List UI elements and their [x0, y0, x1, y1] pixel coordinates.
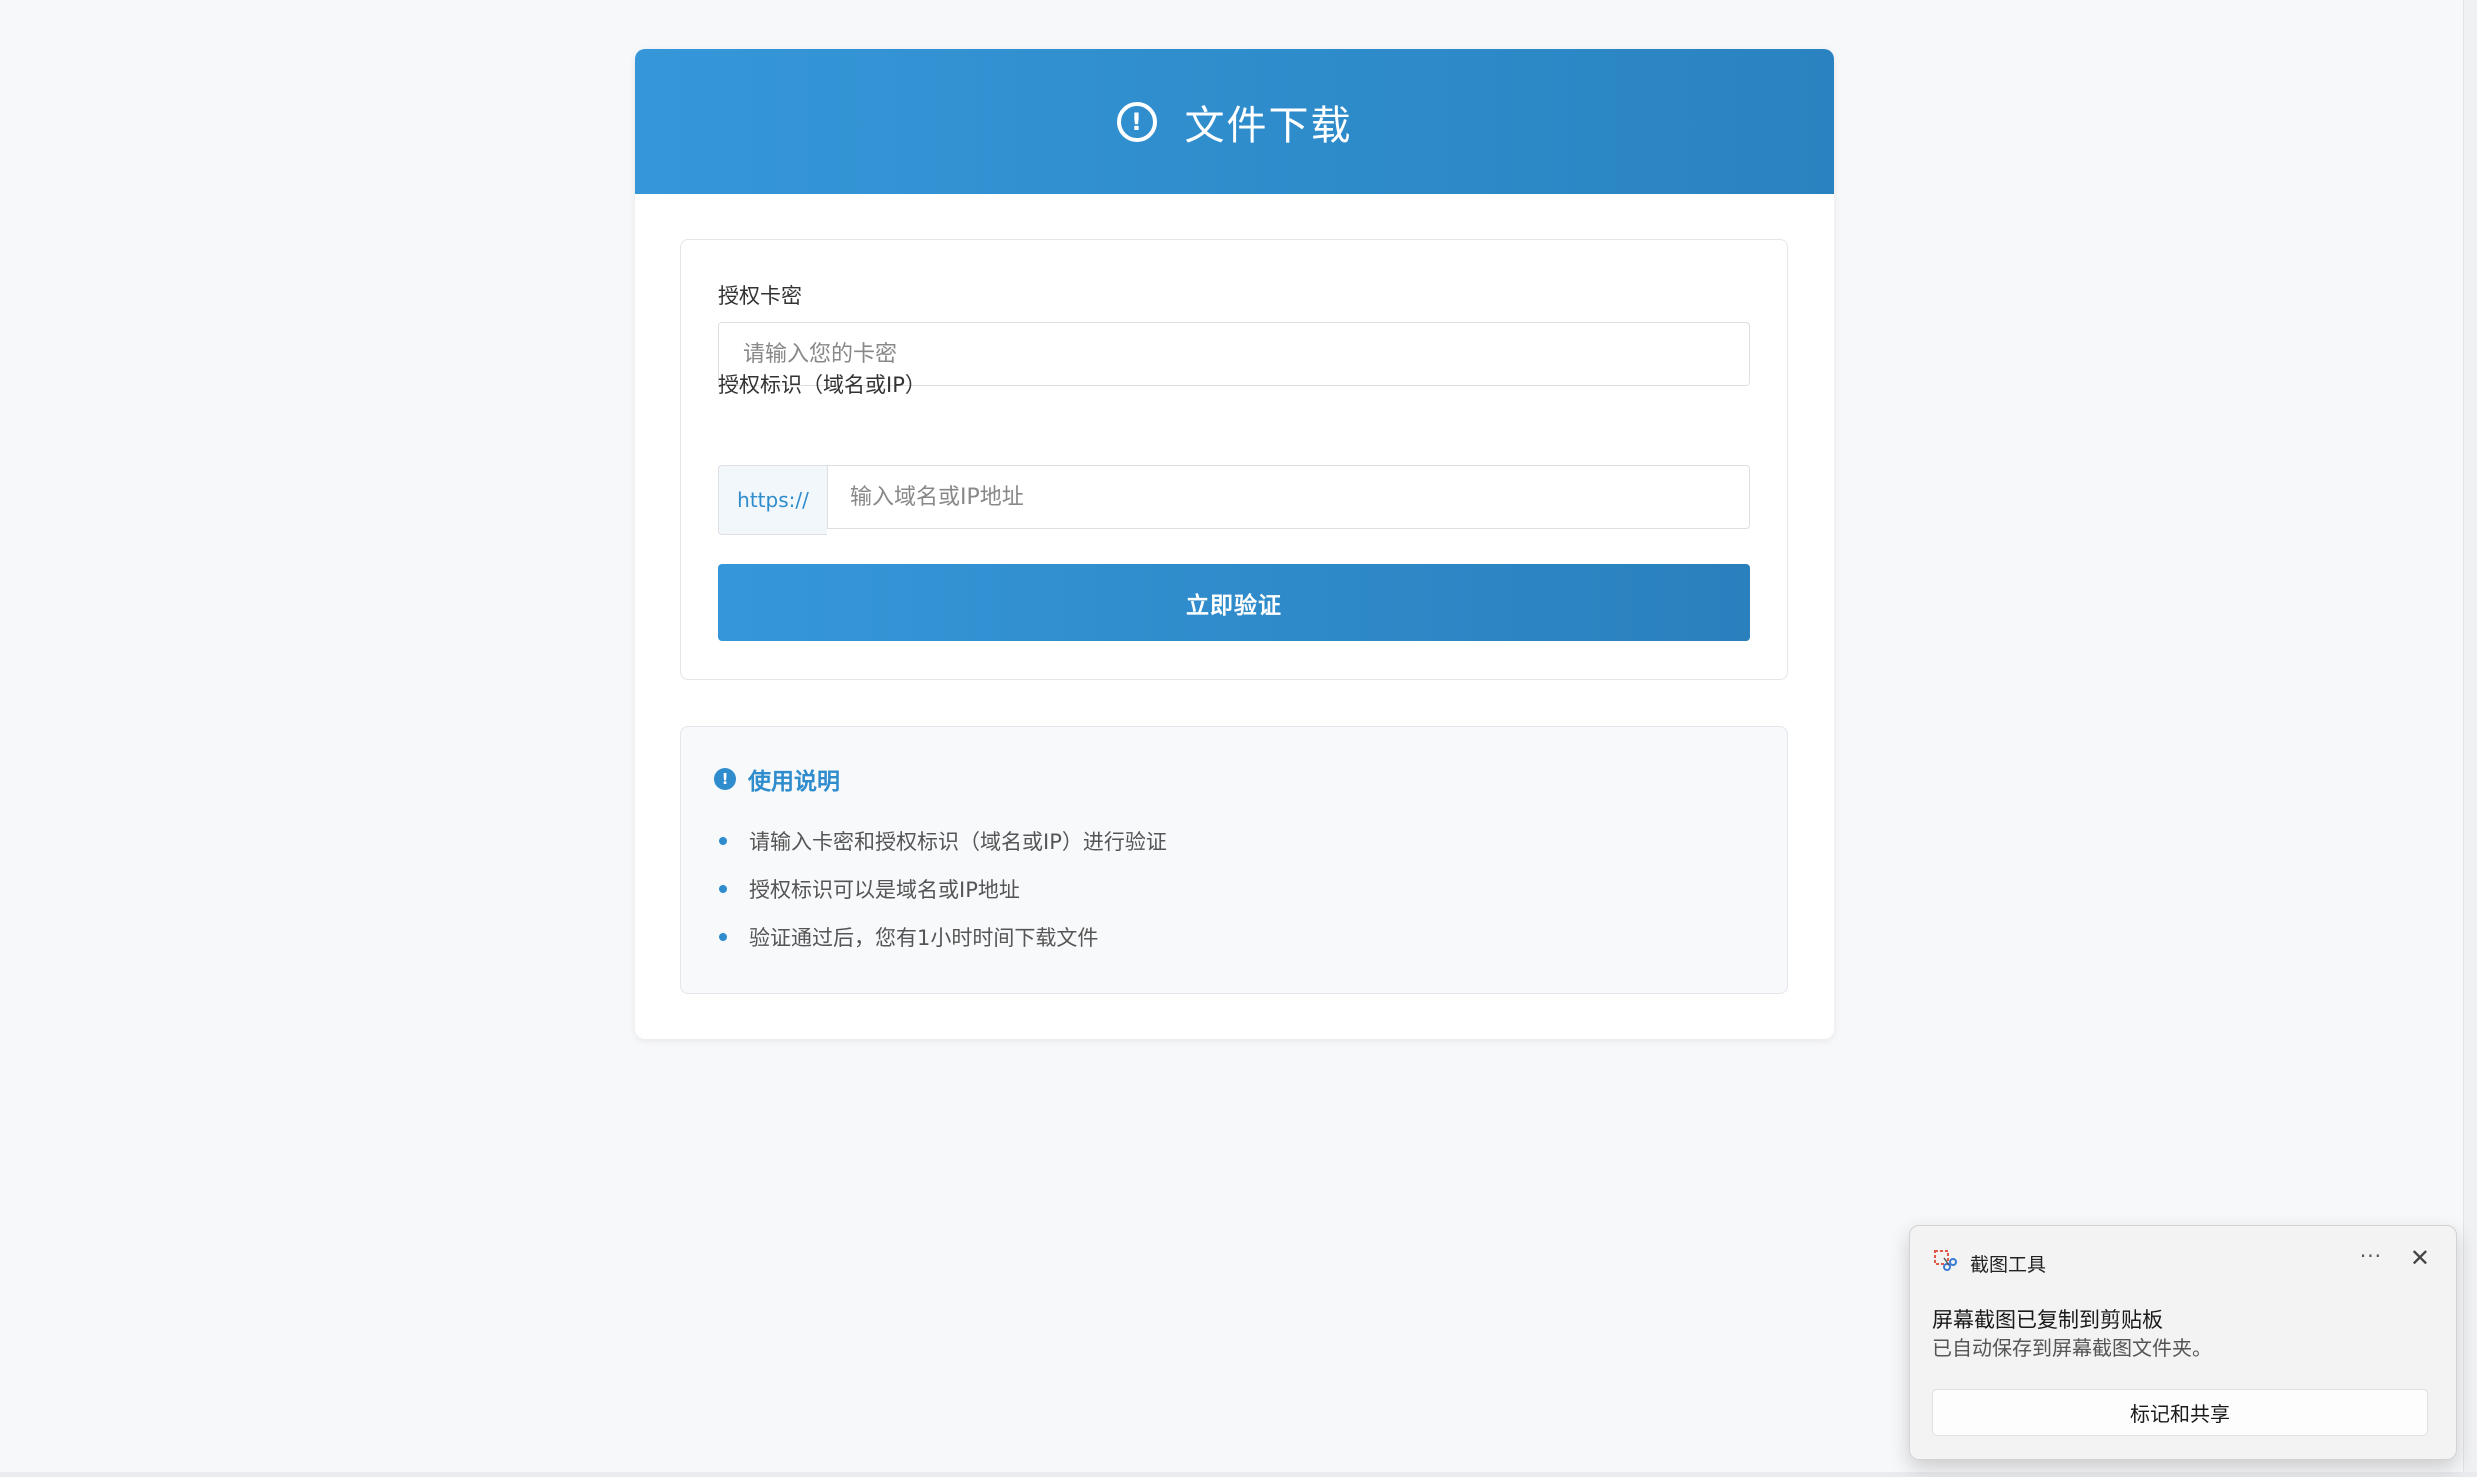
verification-form: 授权卡密 授权标识（域名或IP） https:// 立即验证 — [680, 239, 1788, 680]
bullet-icon — [719, 837, 727, 845]
auth-id-label: 授权标识（域名或IP） — [718, 373, 926, 397]
page: ! 文件下载 授权卡密 授权标识（域名或IP） https:// 立即验证 ! … — [0, 0, 2477, 1477]
instructions-header: ! 使用说明 — [714, 762, 840, 796]
vertical-scrollbar[interactable] — [2463, 0, 2477, 1477]
notification-app-name: 截图工具 — [1970, 1254, 2047, 1276]
list-item-text: 验证通过后，您有1小时时间下载文件 — [749, 926, 1099, 950]
list-item: 授权标识可以是域名或IP地址 — [719, 865, 1167, 913]
info-circle-icon: ! — [714, 768, 736, 790]
markup-and-share-button[interactable]: 标记和共享 — [1932, 1389, 2428, 1436]
list-item: 请输入卡密和授权标识（域名或IP）进行验证 — [719, 817, 1167, 865]
list-item-text: 请输入卡密和授权标识（域名或IP）进行验证 — [749, 830, 1167, 854]
notification-body: 已自动保存到屏幕截图文件夹。 — [1932, 1336, 2212, 1360]
instructions-title: 使用说明 — [748, 769, 840, 795]
bullet-icon — [719, 933, 727, 941]
instructions-panel: ! 使用说明 请输入卡密和授权标识（域名或IP）进行验证 授权标识可以是域名或I… — [680, 726, 1788, 994]
close-icon[interactable]: ✕ — [2410, 1246, 2430, 1270]
bottom-divider — [0, 1472, 2477, 1477]
bullet-icon — [719, 885, 727, 893]
more-options-icon[interactable]: ··· — [2360, 1244, 2382, 1268]
verify-button[interactable]: 立即验证 — [718, 564, 1750, 641]
auth-id-input[interactable] — [827, 465, 1750, 529]
list-item: 验证通过后，您有1小时时间下载文件 — [719, 913, 1167, 961]
snipping-tool-notification[interactable]: 截图工具 ··· ✕ 屏幕截图已复制到剪贴板 已自动保存到屏幕截图文件夹。 标记… — [1909, 1225, 2457, 1460]
card-header: ! 文件下载 — [635, 49, 1834, 194]
auth-id-input-group: https:// — [718, 465, 1750, 535]
list-item-text: 授权标识可以是域名或IP地址 — [749, 878, 1020, 902]
download-card: ! 文件下载 授权卡密 授权标识（域名或IP） https:// 立即验证 ! … — [635, 49, 1834, 1039]
notification-title: 屏幕截图已复制到剪贴板 — [1932, 1308, 2163, 1332]
card-key-label: 授权卡密 — [718, 284, 802, 308]
exclamation-circle-icon: ! — [1116, 101, 1157, 142]
instructions-list: 请输入卡密和授权标识（域名或IP）进行验证 授权标识可以是域名或IP地址 验证通… — [719, 817, 1167, 961]
snipping-tool-icon — [1934, 1250, 1957, 1271]
protocol-prefix: https:// — [718, 465, 827, 535]
page-title: 文件下载 — [1184, 102, 1353, 149]
